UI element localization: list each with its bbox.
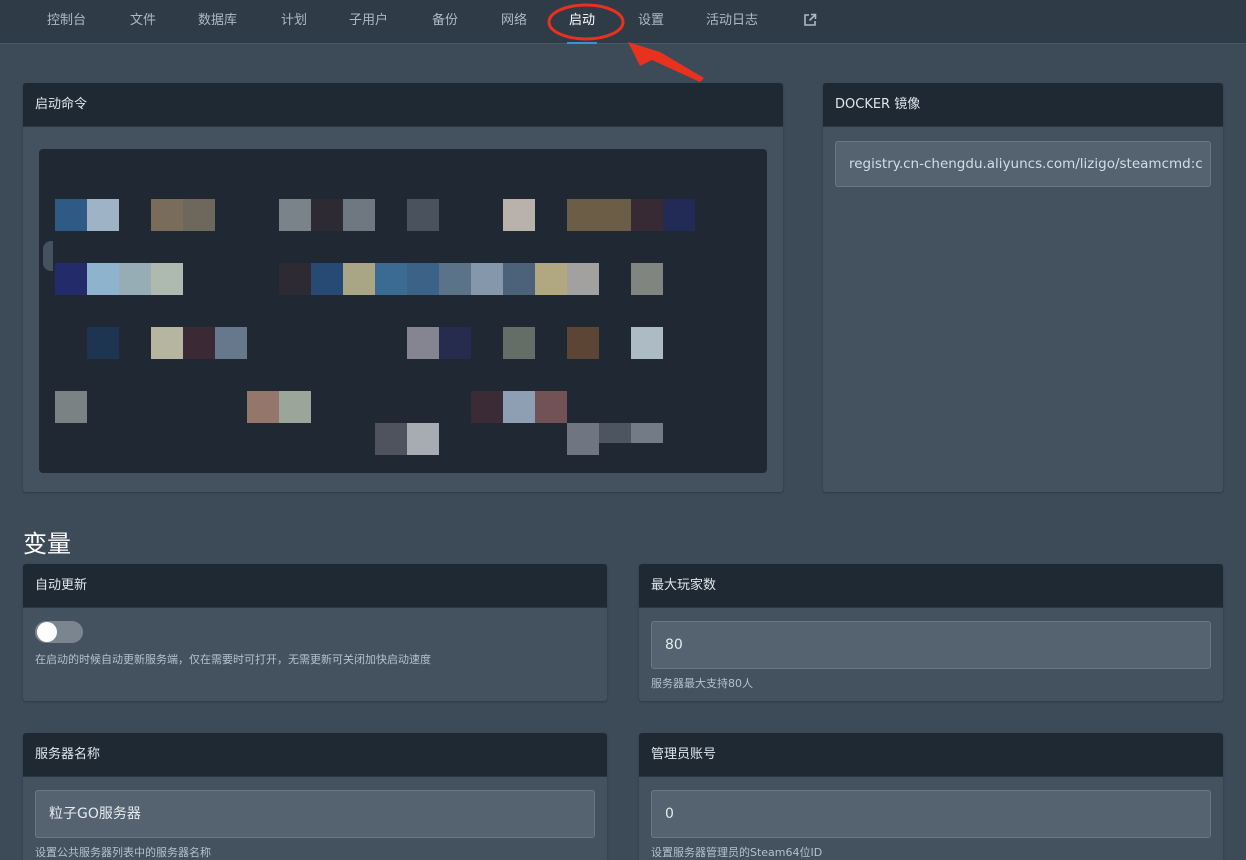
max-players-title: 最大玩家数 [639,564,1223,608]
tab-network[interactable]: 网络 [501,0,527,44]
external-link-icon[interactable] [803,13,817,27]
startup-command-panel: 启动命令 [23,83,783,492]
max-players-panel: 最大玩家数 80 服务器最大支持80人 [639,564,1223,701]
tab-backups[interactable]: 备份 [432,0,458,44]
admin-account-title: 管理员账号 [639,733,1223,777]
variables-heading: 变量 [23,530,71,558]
auto-update-toggle[interactable] [35,621,83,643]
server-name-panel: 服务器名称 粒子GO服务器 设置公共服务器列表中的服务器名称 [23,733,607,860]
tab-activity-log[interactable]: 活动日志 [706,0,758,44]
tab-settings[interactable]: 设置 [638,0,664,44]
server-name-title: 服务器名称 [23,733,607,777]
max-players-input[interactable]: 80 [651,621,1211,669]
admin-account-panel: 管理员账号 0 设置服务器管理员的Steam64位ID [639,733,1223,860]
tab-startup[interactable]: 启动 [566,0,598,44]
tab-console[interactable]: 控制台 [47,0,86,44]
top-nav: 控制台 文件 数据库 计划 子用户 备份 网络 启动 设置 活动日志 [0,0,1246,44]
tab-schedules[interactable]: 计划 [281,0,307,44]
docker-image-panel: DOCKER 镜像 registry.cn-chengdu.aliyuncs.c… [823,83,1223,492]
server-name-input[interactable]: 粒子GO服务器 [35,790,595,838]
toggle-knob [37,622,57,642]
admin-account-help: 设置服务器管理员的Steam64位ID [651,846,823,859]
docker-image-title: DOCKER 镜像 [823,83,1223,127]
tab-subusers[interactable]: 子用户 [349,0,388,44]
auto-update-help: 在启动的时候自动更新服务端，仅在需要时可打开，无需更新可关闭加快启动速度 [35,653,431,666]
tab-files[interactable]: 文件 [130,0,156,44]
server-name-help: 设置公共服务器列表中的服务器名称 [35,846,211,859]
auto-update-panel: 自动更新 在启动的时候自动更新服务端，仅在需要时可打开，无需更新可关闭加快启动速… [23,564,607,701]
tab-databases[interactable]: 数据库 [198,0,237,44]
startup-command-title: 启动命令 [23,83,783,127]
auto-update-title: 自动更新 [23,564,607,608]
docker-image-field[interactable]: registry.cn-chengdu.aliyuncs.com/lizigo/… [835,141,1211,187]
admin-account-input[interactable]: 0 [651,790,1211,838]
max-players-help: 服务器最大支持80人 [651,677,753,690]
startup-command-code [39,149,767,473]
